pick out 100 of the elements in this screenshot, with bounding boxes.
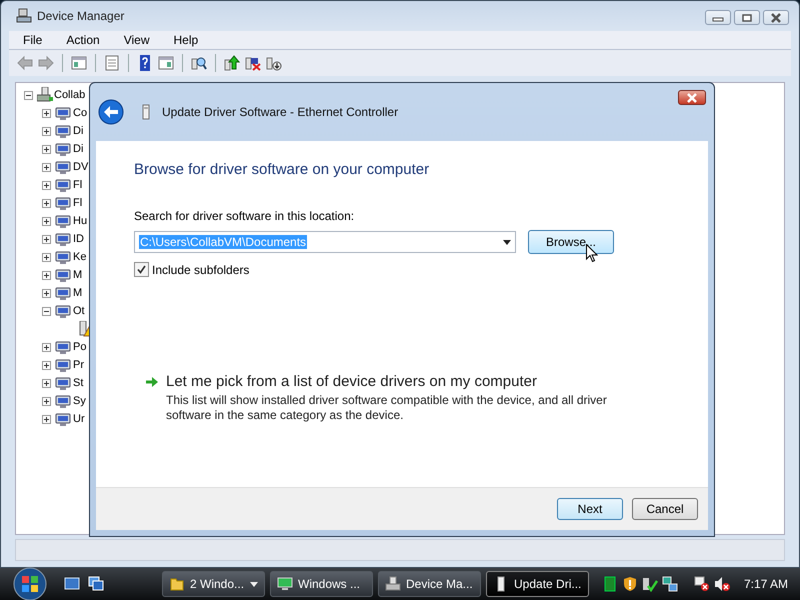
expand-toggle[interactable] (42, 216, 51, 226)
option-link[interactable]: Let me pick from a list of device drivers on my computer (166, 373, 616, 390)
arrow-icon[interactable] (145, 375, 159, 389)
magnifier-icon[interactable] (191, 55, 207, 71)
device-icon (55, 141, 71, 157)
expand-toggle[interactable] (42, 288, 51, 298)
tree-item[interactable]: ID (73, 233, 84, 245)
tree-item[interactable]: DV (73, 161, 88, 173)
tree-item[interactable]: M (73, 287, 82, 299)
tree-item[interactable]: Po (73, 341, 86, 353)
chip-icon[interactable] (602, 576, 618, 592)
maximize-icon (741, 14, 753, 22)
expand-toggle[interactable] (42, 108, 51, 118)
expand-toggle[interactable] (42, 378, 51, 388)
tree-item[interactable]: Co (73, 107, 88, 119)
tree-item[interactable]: Fl (73, 179, 82, 191)
expand-toggle[interactable] (42, 144, 51, 154)
collapse-toggle[interactable] (24, 90, 33, 100)
device-icon (55, 393, 71, 409)
tree-item[interactable]: Collab (54, 89, 86, 101)
panel-icon[interactable] (71, 55, 87, 71)
expand-toggle[interactable] (42, 162, 51, 172)
close-button[interactable] (678, 90, 706, 105)
menu-item[interactable]: File (9, 33, 52, 47)
dialog-heading: Browse for driver software on your computer (134, 161, 430, 178)
start-button[interactable] (13, 567, 47, 600)
tree-item[interactable]: Di (73, 125, 84, 137)
device-icon (55, 105, 71, 121)
device-icon (55, 159, 71, 175)
expand-toggle[interactable] (42, 252, 51, 262)
option-description: This list will show installed driver software compatible with the device, and all driver software in the same category as the device. (166, 393, 608, 423)
menu-item[interactable]: View (110, 33, 160, 47)
device-icon (55, 285, 71, 301)
device-icon (55, 249, 71, 265)
checkbox[interactable] (134, 262, 149, 277)
computer-icon (37, 87, 53, 103)
close-button[interactable] (763, 10, 789, 25)
remove-device-icon[interactable] (245, 55, 261, 71)
device-icon (55, 177, 71, 193)
panel-icon[interactable] (158, 55, 174, 71)
device-icon (55, 411, 71, 427)
clock[interactable]: 7:17 AM (744, 577, 788, 591)
network-icon[interactable] (662, 576, 678, 592)
tree-item[interactable]: Ke (73, 251, 86, 263)
back-button[interactable] (98, 99, 124, 125)
minimize-button[interactable] (705, 10, 731, 25)
device-icon (55, 231, 71, 247)
disable-device-icon[interactable] (266, 55, 282, 71)
device-icon (55, 303, 71, 319)
tree-item[interactable]: Fl (73, 197, 82, 209)
window-title: Device Manager (37, 9, 124, 23)
monitor-icon (277, 576, 293, 592)
close-icon (770, 12, 782, 22)
upload-arrow-icon[interactable] (224, 55, 240, 71)
device-icon (55, 213, 71, 229)
tree-item[interactable]: Di (73, 143, 84, 155)
taskbar-button[interactable]: Device Ma... (378, 571, 481, 597)
expand-toggle[interactable] (42, 126, 51, 136)
tree-item[interactable]: St (73, 377, 84, 389)
network-disconnected-icon[interactable] (694, 576, 710, 592)
desktop-icon[interactable] (64, 576, 80, 592)
menu-item[interactable]: Help (160, 33, 208, 47)
device-icon (55, 267, 71, 283)
help-icon[interactable] (137, 55, 153, 71)
expand-toggle[interactable] (42, 234, 51, 244)
close-icon (686, 92, 698, 102)
folder-icon (169, 576, 185, 592)
expand-toggle[interactable] (42, 342, 51, 352)
tree-item[interactable]: Ur (73, 413, 85, 425)
dialog-button[interactable]: Cancel (632, 498, 698, 520)
expand-toggle[interactable] (42, 180, 51, 190)
browse-button[interactable]: Browse... (528, 230, 614, 254)
taskbar-button[interactable]: Update Dri... (486, 571, 589, 597)
maximize-button[interactable] (734, 10, 760, 25)
speaker-muted-icon[interactable] (714, 576, 730, 592)
computer-icon (385, 576, 401, 592)
expand-toggle[interactable] (42, 396, 51, 406)
checkbox-label[interactable]: Include subfolders (152, 262, 250, 276)
tree-item[interactable]: Hu (73, 215, 88, 227)
shield-icon[interactable] (622, 576, 638, 592)
expand-toggle[interactable] (42, 360, 51, 370)
document-icon[interactable] (104, 55, 120, 71)
device-check-icon[interactable] (642, 576, 658, 592)
location-label: Search for driver software in this location: (134, 209, 356, 223)
taskbar-button[interactable]: 2 Windo... (162, 571, 265, 597)
expand-toggle[interactable] (42, 198, 51, 208)
taskbar-button[interactable]: Windows ... (270, 571, 373, 597)
menu-item[interactable]: Action (52, 33, 110, 47)
tree-item[interactable]: Sy (73, 395, 86, 407)
dialog-button[interactable]: Next (557, 498, 623, 520)
expand-toggle[interactable] (42, 270, 51, 280)
collapse-toggle[interactable] (42, 306, 51, 316)
tree-item[interactable]: M (73, 269, 82, 281)
tree-item[interactable]: Ot (73, 305, 85, 317)
tree-item[interactable]: Pr (73, 359, 84, 371)
expand-toggle[interactable] (42, 414, 51, 424)
device-icon (55, 375, 71, 391)
device-icon (55, 195, 71, 211)
device-icon (55, 357, 71, 373)
windows-icon[interactable] (88, 576, 104, 592)
